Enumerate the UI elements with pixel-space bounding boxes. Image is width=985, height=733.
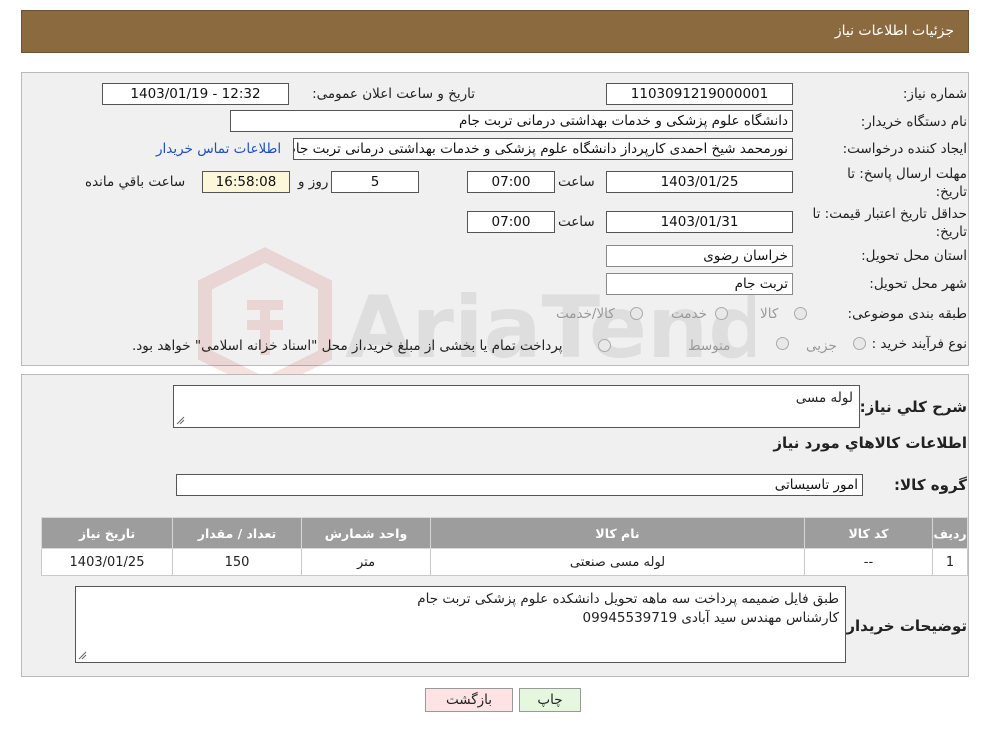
resize-grip-icon[interactable] [176, 416, 185, 425]
col-date-header: تاریخ نیاز [41, 517, 173, 549]
resize-grip-icon[interactable] [78, 651, 87, 660]
announce-field: 1403/01/19 - 12:32 [102, 83, 289, 105]
process-option-minor: جزیی [806, 338, 837, 354]
city-label: شهر محل تحویل: [869, 276, 967, 292]
days-field: 5 [331, 171, 419, 193]
page-title: جزئیات اطلاعات نیاز [834, 23, 954, 39]
deadline-time-label: ساعت [558, 174, 595, 190]
col-row-header: رديف [932, 517, 968, 549]
deadline-label-2: تاریخ: [935, 184, 967, 200]
category-option-goods-service: کالا/خدمت [556, 306, 615, 322]
days-label: روز و [298, 174, 329, 190]
deadline-date-field: 1403/01/25 [606, 171, 793, 193]
process-note-radio[interactable] [598, 339, 611, 352]
cell-date: 1403/01/25 [41, 548, 173, 576]
province-label: استان محل تحویل: [861, 248, 967, 264]
validity-label-2: تاریخ: [935, 224, 967, 240]
col-unit-header: واحد شمارش [301, 517, 431, 549]
announce-label: تاریخ و ساعت اعلان عمومی: [312, 86, 475, 102]
col-code-header: کد کالا [804, 517, 933, 549]
category-option-goods: کالا [760, 306, 779, 322]
buyer-contact-link[interactable]: اطلاعات تماس خریدار [156, 141, 281, 157]
buyer-notes-label: توضیحات خریدار: [840, 617, 967, 635]
group-field: امور تاسیساتی [176, 474, 863, 496]
validity-time-field: 07:00 [467, 211, 555, 233]
cell-code: -- [804, 548, 933, 576]
process-radio-minor[interactable] [853, 337, 866, 350]
buyer-notes-line-1: طبق فایل ضمیمه پرداخت سه ماهه تحویل دانش… [417, 591, 839, 607]
requester-field: نورمحمد شیخ احمدی کارپرداز دانشگاه علوم … [293, 138, 793, 160]
process-note: پرداخت تمام یا بخشی از مبلغ خرید،از محل … [132, 338, 563, 354]
page-header: جزئیات اطلاعات نیاز [21, 10, 969, 53]
goods-info-title: اطلاعات کالاهاي مورد نياز [773, 434, 967, 452]
items-table: رديف کد کالا نام کالا واحد شمارش تعداد /… [41, 517, 968, 576]
buyer-notes-line-2: کارشناس مهندس سید آبادی 09945539719 [582, 610, 839, 626]
category-option-service: خدمت [671, 306, 707, 322]
deadline-time-field: 07:00 [467, 171, 555, 193]
buyer-org-label: نام دستگاه خریدار: [860, 114, 967, 130]
buyer-org-field: دانشگاه علوم پزشکی و خدمات بهداشتی درمان… [230, 110, 793, 132]
cell-name: لوله مسی صنعتی [430, 548, 805, 576]
process-option-medium: متوسط [688, 338, 731, 354]
group-label: گروه کالا: [894, 476, 967, 494]
need-number-label: شماره نیاز: [902, 86, 967, 102]
category-radio-service[interactable] [715, 307, 728, 320]
table-header-row: رديف کد کالا نام کالا واحد شمارش تعداد /… [41, 517, 968, 549]
category-radio-goods[interactable] [794, 307, 807, 320]
col-name-header: نام کالا [430, 517, 805, 549]
category-radio-goods-service[interactable] [630, 307, 643, 320]
back-button[interactable]: بازگشت [425, 688, 513, 712]
requester-label: ایجاد کننده درخواست: [842, 141, 967, 157]
province-field: خراسان رضوی [606, 245, 793, 267]
validity-date-field: 1403/01/31 [606, 211, 793, 233]
process-label: نوع فرآیند خرید : [871, 336, 967, 352]
process-radio-medium[interactable] [776, 337, 789, 350]
remaining-time-field: 16:58:08 [202, 171, 290, 193]
summary-textarea[interactable]: لوله مسی [173, 385, 860, 428]
cell-row-number: 1 [932, 548, 968, 576]
cell-unit: متر [301, 548, 431, 576]
category-label: طبقه بندی موضوعی: [847, 306, 967, 322]
summary-text: لوله مسی [795, 390, 853, 406]
print-button[interactable]: چاپ [519, 688, 581, 712]
validity-label-1: حداقل تاریخ اعتبار قیمت: تا [812, 206, 967, 222]
table-row[interactable]: 1 -- لوله مسی صنعتی متر 150 1403/01/25 [41, 548, 968, 576]
col-qty-header: تعداد / مقدار [172, 517, 302, 549]
validity-time-label: ساعت [558, 214, 595, 230]
city-field: تربت جام [606, 273, 793, 295]
buyer-notes-textarea[interactable]: طبق فایل ضمیمه پرداخت سه ماهه تحویل دانش… [75, 586, 846, 663]
cell-qty: 150 [172, 548, 302, 576]
summary-label: شرح کلي نياز: [859, 398, 967, 416]
deadline-label-1: مهلت ارسال پاسخ: تا [847, 166, 967, 182]
need-number-field: 1103091219000001 [606, 83, 793, 105]
remaining-label: ساعت باقي مانده [85, 174, 186, 190]
